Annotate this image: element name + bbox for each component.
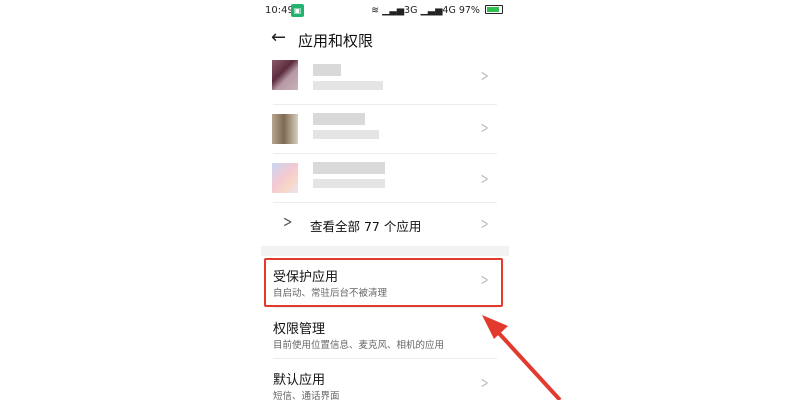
arrow-shaft (494, 328, 562, 400)
arrow-head (482, 315, 508, 339)
pointer-arrow-icon (482, 315, 562, 400)
